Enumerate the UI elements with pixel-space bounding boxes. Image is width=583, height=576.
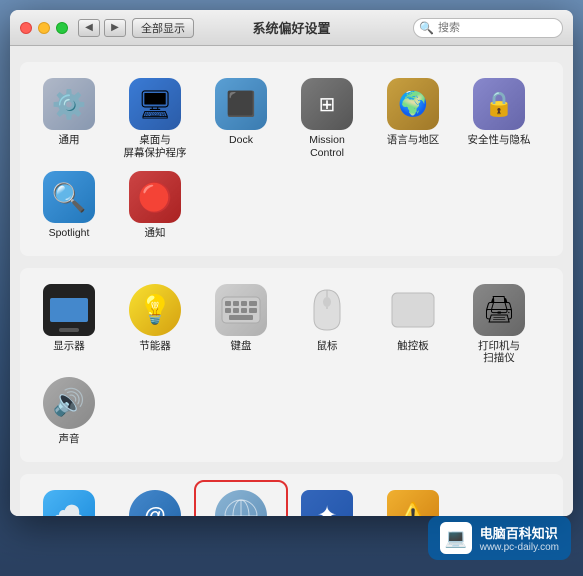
security-icon-wrap: 🔒 [473, 78, 525, 130]
keyboard-label: 键盘 [231, 340, 252, 353]
desktop-label: 桌面与屏幕保护程序 [124, 134, 187, 159]
pref-item-share[interactable]: ⚠️ 共享 [370, 484, 456, 516]
pref-item-spotlight[interactable]: 🔍 Spotlight [26, 165, 112, 246]
display-label: 显示器 [53, 340, 85, 353]
energy-icon-wrap: 💡 [129, 284, 181, 336]
watermark-url: www.pc-daily.com [480, 542, 559, 553]
keyboard-icon-wrap [215, 284, 267, 336]
general-label: 通用 [59, 134, 80, 147]
all-display-button[interactable]: 全部显示 [132, 18, 194, 38]
pref-item-sound[interactable]: 🔊 声音 [26, 371, 112, 452]
maximize-button[interactable] [56, 22, 68, 34]
internet-icon-wrap: @ [129, 490, 181, 516]
general-icon-wrap: ⚙️ [43, 78, 95, 130]
pref-item-trackpad[interactable]: 触控板 [370, 278, 456, 371]
pref-item-general[interactable]: ⚙️ 通用 [26, 72, 112, 165]
pref-item-mouse[interactable]: 鼠标 [284, 278, 370, 371]
watermark: 💻 电脑百科知识 www.pc-daily.com [428, 516, 571, 560]
search-icon: 🔍 [419, 21, 434, 35]
pref-item-dock[interactable]: ⬛ Dock [198, 72, 284, 165]
forward-icon: ▶ [111, 22, 119, 33]
mission-label: MissionControl [309, 134, 345, 159]
trackpad-icon-wrap [387, 284, 439, 336]
pref-item-icloud[interactable]: ☁️ iCloud [26, 484, 112, 516]
nav-buttons: ◀ ▶ [78, 19, 126, 37]
sound-icon-wrap: 🔊 [43, 377, 95, 429]
forward-button[interactable]: ▶ [104, 19, 126, 37]
mouse-label: 鼠标 [317, 340, 338, 353]
spotlight-label: Spotlight [49, 227, 90, 240]
pref-item-notice[interactable]: 🔴 通知 [112, 165, 198, 246]
pref-item-network[interactable]: 网络 [198, 484, 284, 516]
content-area: ⚙️ 通用 🖥 桌面与屏幕保护程序 ⬛ Dock ⊞ Missi [10, 46, 573, 516]
search-input[interactable] [413, 18, 563, 38]
pref-item-energy[interactable]: 💡 节能器 [112, 278, 198, 371]
notice-icon-wrap: 🔴 [129, 171, 181, 223]
minimize-button[interactable] [38, 22, 50, 34]
icloud-icon-wrap: ☁️ [43, 490, 95, 516]
pref-item-desktop[interactable]: 🖥 桌面与屏幕保护程序 [112, 72, 198, 165]
trackpad-label: 触控板 [397, 340, 429, 353]
pref-item-display[interactable]: 显示器 [26, 278, 112, 371]
pref-item-language[interactable]: 🌍 语言与地区 [370, 72, 456, 165]
dock-label: Dock [229, 134, 253, 147]
bluetooth-icon-wrap: ✦ [301, 490, 353, 516]
language-icon-wrap: 🌍 [387, 78, 439, 130]
section-hardware: 显示器 💡 节能器 [20, 268, 563, 462]
energy-label: 节能器 [139, 340, 171, 353]
pref-item-bluetooth[interactable]: ✦ 蓝牙 [284, 484, 370, 516]
notice-label: 通知 [145, 227, 166, 240]
sound-label: 声音 [59, 433, 80, 446]
printer-icon-wrap: 🖨 [473, 284, 525, 336]
printer-label: 打印机与扫描仪 [478, 340, 520, 365]
security-label: 安全性与隐私 [468, 134, 531, 147]
display-icon-wrap [43, 284, 95, 336]
pref-item-keyboard[interactable]: 键盘 [198, 278, 284, 371]
watermark-text: 电脑百科知识 www.pc-daily.com [480, 523, 559, 553]
traffic-lights [20, 22, 68, 34]
back-button[interactable]: ◀ [78, 19, 100, 37]
section-personal: ⚙️ 通用 🖥 桌面与屏幕保护程序 ⬛ Dock ⊞ Missi [20, 62, 563, 256]
titlebar: ◀ ▶ 全部显示 系统偏好设置 🔍 [10, 10, 573, 46]
mission-icon-wrap: ⊞ [301, 78, 353, 130]
close-button[interactable] [20, 22, 32, 34]
section-internet: ☁️ iCloud @ 互联网帐户 [20, 474, 563, 516]
mouse-icon-wrap [301, 284, 353, 336]
pref-item-security[interactable]: 🔒 安全性与隐私 [456, 72, 542, 165]
watermark-icon: 💻 [440, 522, 472, 554]
back-icon: ◀ [85, 22, 93, 33]
dock-icon-wrap: ⬛ [215, 78, 267, 130]
search-box: 🔍 [413, 18, 563, 38]
language-label: 语言与地区 [387, 134, 440, 147]
watermark-title: 电脑百科知识 [480, 523, 559, 542]
window-title: 系统偏好设置 [252, 18, 330, 37]
pref-item-internet[interactable]: @ 互联网帐户 [112, 484, 198, 516]
system-preferences-window: ◀ ▶ 全部显示 系统偏好设置 🔍 ⚙️ 通用 [10, 10, 573, 516]
share-icon-wrap: ⚠️ [387, 490, 439, 516]
network-icon-wrap [215, 490, 267, 516]
pref-item-printer[interactable]: 🖨 打印机与扫描仪 [456, 278, 542, 371]
spotlight-icon-wrap: 🔍 [43, 171, 95, 223]
desktop-icon-wrap: 🖥 [129, 78, 181, 130]
pref-item-mission[interactable]: ⊞ MissionControl [284, 72, 370, 165]
